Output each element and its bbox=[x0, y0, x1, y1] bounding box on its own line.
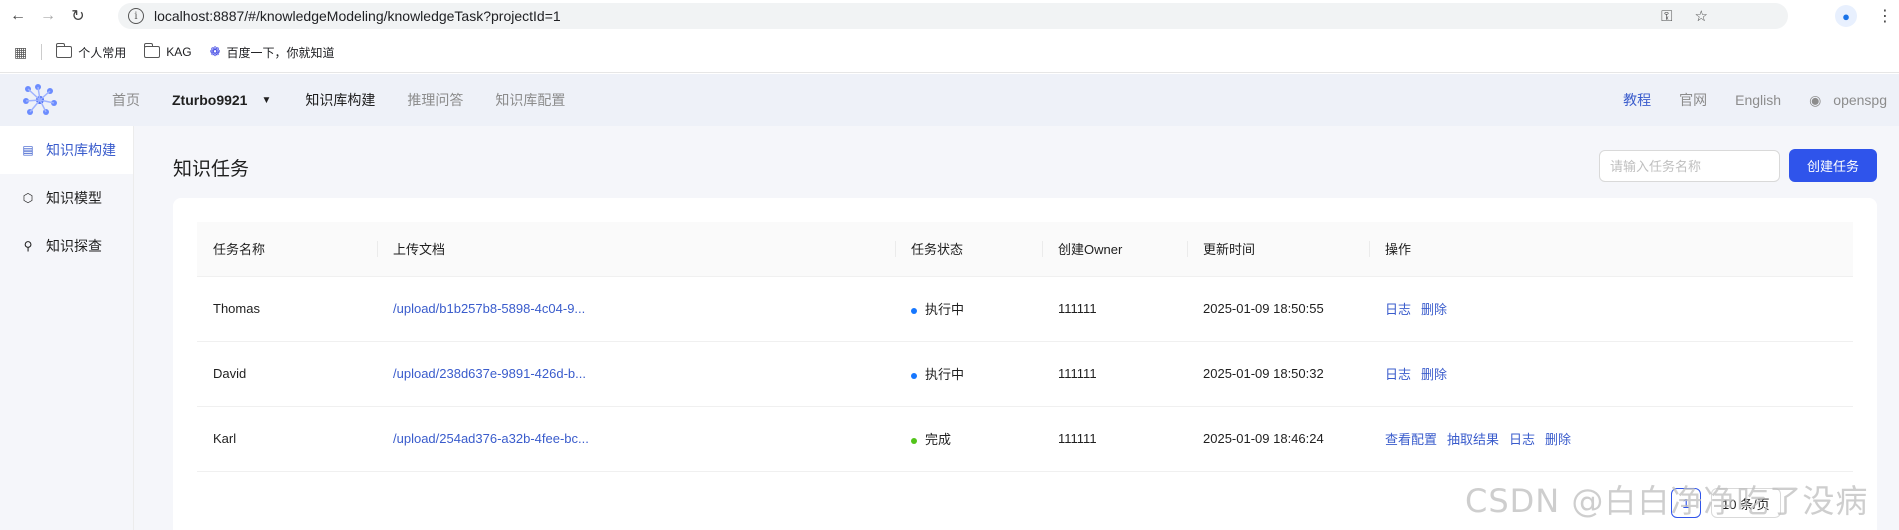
page-title: 知识任务 bbox=[173, 159, 250, 180]
task-table: 任务名称 上传文档 任务状态 创建Owner 更新时间 操作 Thomas /u… bbox=[197, 222, 1853, 472]
baidu-paw-icon: ❁ bbox=[209, 44, 221, 59]
column-header: 更新时间 bbox=[1187, 222, 1369, 277]
updated-time-cell: 2025-01-09 18:50:55 bbox=[1187, 276, 1369, 342]
task-name-cell: Karl bbox=[197, 406, 377, 472]
updated-time-cell: 2025-01-09 18:46:24 bbox=[1187, 406, 1369, 472]
column-header: 任务状态 bbox=[895, 222, 1042, 277]
bookmark-label: 个人常用 bbox=[78, 45, 127, 60]
upload-doc-link[interactable]: /upload/238d637e-9891-426d-b... bbox=[393, 366, 586, 381]
owner-cell: 111111 bbox=[1042, 276, 1187, 342]
column-header: 操作 bbox=[1369, 222, 1853, 277]
status-dot-icon bbox=[911, 437, 917, 444]
profile-avatar-icon[interactable]: ● bbox=[1835, 5, 1857, 27]
status-dot-icon bbox=[911, 372, 917, 379]
bookmarks-separator bbox=[41, 44, 43, 60]
watermark: CSDN @白白净净吃了没病 bbox=[1465, 482, 1869, 520]
upload-doc-link[interactable]: /upload/254ad376-a32b-4fee-bc... bbox=[393, 431, 589, 446]
project-switcher[interactable]: Zturbo9921 ▼ bbox=[172, 92, 271, 108]
nav-reasoning-qa[interactable]: 推理问答 bbox=[407, 90, 463, 110]
back-icon[interactable]: ← bbox=[6, 4, 30, 28]
reload-icon[interactable]: ↻ bbox=[66, 4, 90, 28]
create-task-button[interactable]: 创建任务 bbox=[1789, 149, 1877, 182]
task-name-cell: David bbox=[197, 341, 377, 407]
updated-time-cell: 2025-01-09 18:50:32 bbox=[1187, 341, 1369, 407]
tutorial-link[interactable]: 教程 bbox=[1623, 90, 1651, 110]
table-row: Karl /upload/254ad376-a32b-4fee-bc... 完成… bbox=[197, 406, 1853, 472]
openspg-logo-icon[interactable] bbox=[20, 83, 60, 117]
sidebar-item-knowledge-build[interactable]: ▤ 知识库构建 bbox=[0, 126, 133, 174]
log-link[interactable]: 日志 bbox=[1509, 432, 1535, 447]
delete-link[interactable]: 删除 bbox=[1421, 302, 1447, 317]
column-header: 任务名称 bbox=[197, 222, 377, 277]
status-text: 执行中 bbox=[925, 367, 965, 382]
bookmark-item[interactable]: ❁ 百度一下，你就知道 bbox=[210, 44, 335, 61]
actions-cell: 日志 删除 bbox=[1369, 341, 1853, 407]
status-cell: 执行中 bbox=[895, 276, 1042, 342]
owner-cell: 111111 bbox=[1042, 406, 1187, 472]
main-content: 知识任务 创建任务 任务名称 上传文档 任务状态 创建Owner 更新时间 操作 bbox=[134, 126, 1899, 530]
bookmark-item[interactable]: 个人常用 bbox=[55, 43, 127, 61]
github-icon: ◉ bbox=[1809, 91, 1822, 108]
nav-knowledge-config[interactable]: 知识库配置 bbox=[495, 90, 565, 110]
star-icon[interactable]: ☆ bbox=[1695, 7, 1708, 25]
table-row: Thomas /upload/b1b257b8-5898-4c04-9... 执… bbox=[197, 276, 1853, 342]
table-row: David /upload/238d637e-9891-426d-b... 执行… bbox=[197, 341, 1853, 407]
upload-doc-link[interactable]: /upload/b1b257b8-5898-4c04-9... bbox=[393, 301, 585, 316]
delete-link[interactable]: 删除 bbox=[1545, 432, 1571, 447]
sidebar-item-label: 知识库构建 bbox=[46, 142, 116, 158]
menu-kebab-icon[interactable]: ⋮ bbox=[1877, 6, 1893, 26]
apps-grid-icon[interactable]: ▦ bbox=[14, 44, 27, 61]
nav-knowledge-build[interactable]: 知识库构建 bbox=[305, 90, 375, 110]
column-header: 创建Owner bbox=[1042, 222, 1187, 277]
status-cell: 完成 bbox=[895, 406, 1042, 472]
cube-icon: ⬡ bbox=[22, 191, 34, 205]
table-header-row: 任务名称 上传文档 任务状态 创建Owner 更新时间 操作 bbox=[197, 222, 1853, 277]
address-bar[interactable]: i localhost:8887/#/knowledgeModeling/kno… bbox=[118, 3, 1788, 29]
document-icon: ▤ bbox=[22, 143, 34, 157]
task-name-cell: Thomas bbox=[197, 276, 377, 342]
task-search-input[interactable] bbox=[1599, 150, 1780, 182]
delete-link[interactable]: 删除 bbox=[1421, 367, 1447, 382]
status-dot-icon bbox=[911, 307, 917, 314]
url-text[interactable]: localhost:8887/#/knowledgeModeling/knowl… bbox=[154, 8, 561, 24]
owner-cell: 111111 bbox=[1042, 341, 1187, 407]
sidebar-item-label: 知识探查 bbox=[46, 238, 102, 254]
bookmarks-bar: ▦ 个人常用 KAG ❁ 百度一下，你就知道 bbox=[0, 32, 1899, 73]
extract-result-link[interactable]: 抽取结果 bbox=[1447, 432, 1499, 447]
status-cell: 执行中 bbox=[895, 341, 1042, 407]
github-label: openspg bbox=[1833, 92, 1887, 108]
folder-icon bbox=[55, 43, 73, 58]
bookmark-label: KAG bbox=[166, 45, 192, 59]
forward-icon[interactable]: → bbox=[36, 4, 60, 28]
graph-icon: ⚲ bbox=[23, 239, 33, 253]
official-site-link[interactable]: 官网 bbox=[1679, 90, 1707, 110]
nav-home[interactable]: 首页 bbox=[112, 90, 140, 110]
bookmark-label: 百度一下，你就知道 bbox=[226, 45, 335, 60]
app-header: 首页 Zturbo9921 ▼ 知识库构建 推理问答 知识库配置 教程 官网 E… bbox=[0, 74, 1899, 126]
caret-down-icon: ▼ bbox=[261, 94, 272, 106]
sidebar-item-knowledge-model[interactable]: ⬡ 知识模型 bbox=[0, 174, 133, 222]
status-text: 完成 bbox=[925, 432, 952, 447]
sidebar-item-knowledge-explore[interactable]: ⚲ 知识探查 bbox=[0, 222, 133, 270]
column-header: 上传文档 bbox=[377, 222, 895, 277]
actions-cell: 日志 删除 bbox=[1369, 276, 1853, 342]
language-toggle[interactable]: English bbox=[1735, 92, 1781, 108]
github-link[interactable]: ◉ openspg bbox=[1809, 92, 1887, 109]
log-link[interactable]: 日志 bbox=[1385, 367, 1411, 382]
key-icon[interactable]: ⚿ bbox=[1661, 8, 1672, 25]
view-config-link[interactable]: 查看配置 bbox=[1385, 432, 1437, 447]
status-text: 执行中 bbox=[925, 302, 965, 317]
project-name: Zturbo9921 bbox=[172, 92, 248, 108]
sidebar-item-label: 知识模型 bbox=[46, 190, 102, 206]
bookmark-item[interactable]: KAG bbox=[143, 43, 192, 59]
browser-toolbar: ← → ↻ i localhost:8887/#/knowledgeModeli… bbox=[0, 0, 1899, 32]
site-info-icon[interactable]: i bbox=[128, 8, 144, 24]
folder-icon bbox=[143, 43, 161, 58]
sidebar: ▤ 知识库构建 ⬡ 知识模型 ⚲ 知识探查 bbox=[0, 126, 134, 530]
log-link[interactable]: 日志 bbox=[1385, 302, 1411, 317]
actions-cell: 查看配置 抽取结果 日志 删除 bbox=[1369, 406, 1853, 472]
